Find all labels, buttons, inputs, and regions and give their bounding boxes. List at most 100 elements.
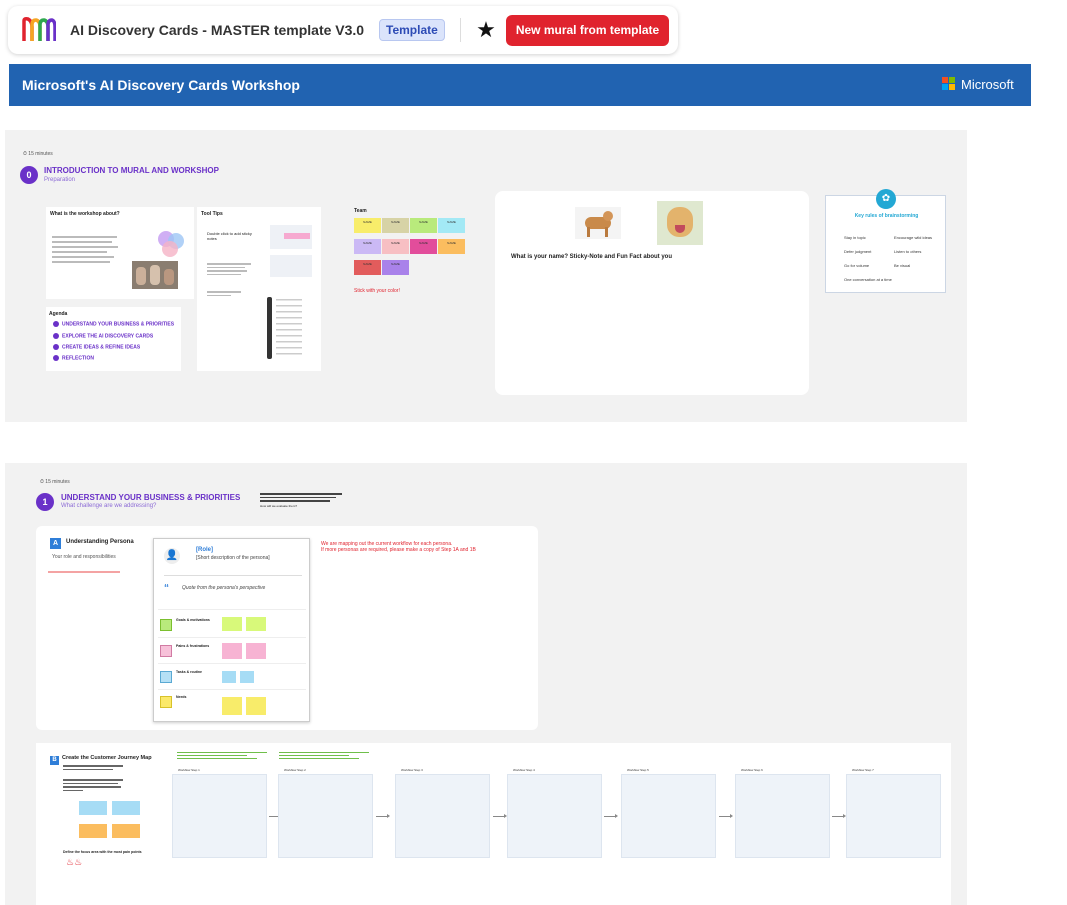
journey-title: Create the Customer Journey Map bbox=[62, 755, 152, 761]
persona-notice-2: If more personas are required, please ma… bbox=[321, 547, 476, 553]
persona-divider bbox=[164, 575, 302, 576]
new-mural-button[interactable]: New mural from template bbox=[506, 15, 669, 46]
toolbar-preview bbox=[267, 297, 272, 359]
sticky-note[interactable] bbox=[222, 643, 242, 659]
brainstorm-rule: Defer judgment bbox=[844, 249, 872, 254]
persona-title: Understanding Persona bbox=[66, 539, 134, 545]
tool-tip-2-text bbox=[207, 261, 251, 277]
sticky-note[interactable] bbox=[112, 801, 140, 815]
journey-step-label: Workflow Step 4 bbox=[513, 768, 535, 772]
team-sticky[interactable]: NAME bbox=[382, 260, 409, 275]
sticky-note[interactable] bbox=[222, 617, 242, 631]
arrow-icon bbox=[376, 814, 390, 818]
brainstorm-rule: Be visual bbox=[894, 263, 911, 268]
star-icon[interactable]: ★ bbox=[474, 18, 498, 42]
journey-description bbox=[63, 763, 123, 772]
mural-logo-icon[interactable] bbox=[22, 17, 57, 43]
persona-row-label: Needs bbox=[176, 695, 187, 699]
icebreaker-card[interactable]: What is your name? Sticky-Note and Fun F… bbox=[495, 191, 809, 395]
microsoft-brand: Microsoft bbox=[961, 77, 1014, 92]
workshop-card-text bbox=[52, 233, 122, 283]
journey-step-box[interactable] bbox=[395, 774, 490, 858]
arrow-icon bbox=[719, 814, 733, 818]
intro-subtitle: Preparation bbox=[44, 177, 76, 183]
workshop-banner: Microsoft's AI Discovery Cards Workshop … bbox=[9, 64, 1031, 106]
arrow-icon bbox=[832, 814, 846, 818]
brainstorm-rule: One conversation at a time bbox=[844, 277, 892, 282]
sticky-note[interactable] bbox=[222, 671, 236, 683]
persona-row-label: Tasks & routine bbox=[176, 670, 202, 674]
sticky-note[interactable] bbox=[79, 824, 107, 838]
sticky-note[interactable] bbox=[246, 617, 266, 631]
agenda-card[interactable]: Agenda UNDERSTAND YOUR BUSINESS & PRIORI… bbox=[46, 307, 181, 371]
sticky-note[interactable] bbox=[246, 697, 266, 715]
persona-template[interactable]: 👤 [Role] [Short description of the perso… bbox=[153, 538, 310, 722]
team-sticky[interactable]: NAME bbox=[438, 218, 465, 233]
sticky-note[interactable] bbox=[79, 801, 107, 815]
cat-photo bbox=[575, 207, 621, 239]
section1-step-number: 1 bbox=[36, 493, 54, 511]
workshop-photo bbox=[132, 261, 178, 289]
arrow-icon bbox=[493, 814, 507, 818]
team-sticky[interactable]: NAME bbox=[354, 260, 381, 275]
journey-step-box[interactable] bbox=[172, 774, 267, 858]
persona-hint-line bbox=[48, 571, 120, 573]
persona-role-desc[interactable]: [Short description of the persona] bbox=[196, 555, 270, 561]
journey-step-box[interactable] bbox=[507, 774, 602, 858]
clock-icon: ⏱ bbox=[23, 151, 27, 157]
toolbar-preview-items bbox=[276, 299, 302, 359]
tool-tips-title: Tool Tips bbox=[201, 211, 223, 217]
journey-map-card[interactable]: B Create the Customer Journey Map Define… bbox=[36, 743, 951, 905]
step-a-badge: A bbox=[50, 538, 61, 549]
team-sticky[interactable]: NAME bbox=[354, 239, 381, 254]
journey-step-box[interactable] bbox=[846, 774, 941, 858]
team-sticky[interactable]: NAME bbox=[354, 218, 381, 233]
persona-role[interactable]: [Role] bbox=[196, 547, 213, 553]
agenda-title: Agenda bbox=[49, 311, 68, 317]
stick-color-text: Stick with your color! bbox=[354, 288, 400, 294]
team-sticky[interactable]: NAME bbox=[382, 218, 409, 233]
team-sticky[interactable]: NAME bbox=[382, 239, 409, 254]
step-b-badge: B bbox=[50, 756, 59, 765]
dog-photo bbox=[657, 201, 703, 245]
journey-step-box[interactable] bbox=[735, 774, 830, 858]
icebreaker-prompt: What is your name? Sticky-Note and Fun F… bbox=[511, 254, 673, 260]
journey-step-box[interactable] bbox=[278, 774, 373, 858]
journey-step-label: Workflow Step 6 bbox=[741, 768, 763, 772]
sticky-note[interactable] bbox=[222, 697, 242, 715]
section1-title: UNDERSTAND YOUR BUSINESS & PRIORITIES bbox=[61, 493, 241, 502]
workshop-about-card[interactable]: What is the workshop about? bbox=[46, 207, 194, 299]
brainstorm-rule: Listen to others bbox=[894, 249, 922, 254]
brain-icon: ✿ bbox=[876, 189, 896, 209]
tool-tip-3-text bbox=[207, 289, 241, 298]
journey-step-label: Workflow Step 3 bbox=[401, 768, 423, 772]
brainstorm-rules-card[interactable]: ✿ Key rules of brainstorming Stay in top… bbox=[825, 189, 946, 293]
arrow-icon bbox=[604, 814, 618, 818]
agenda-item: CREATE IDEAS & REFINE IDEAS bbox=[53, 344, 140, 350]
persona-row-label: Pains & frustrations bbox=[176, 644, 210, 648]
banner-title: Microsoft's AI Discovery Cards Workshop bbox=[22, 77, 300, 93]
team-sticky[interactable]: NAME bbox=[410, 218, 437, 233]
journey-step-label: Workflow Step 5 bbox=[627, 768, 649, 772]
agenda-item: EXPLORE THE AI DISCOVERY CARDS bbox=[53, 333, 153, 339]
persona-row-label: Goals & motivations bbox=[176, 618, 210, 622]
team-sticky[interactable]: NAME bbox=[410, 239, 437, 254]
sticky-note[interactable] bbox=[246, 643, 266, 659]
journey-step-box[interactable] bbox=[621, 774, 716, 858]
tool-tip-1: Double click to add sticky notes bbox=[207, 231, 252, 241]
journey-instructions bbox=[63, 777, 123, 793]
tool-tip-preview-1 bbox=[270, 225, 312, 249]
persona-quote[interactable]: Quote from the persona's perspective bbox=[182, 585, 265, 591]
tool-tips-card[interactable]: Tool Tips Double click to add sticky not… bbox=[197, 207, 321, 371]
journey-step-label: Workflow Step 7 bbox=[852, 768, 874, 772]
sticky-note[interactable] bbox=[240, 671, 254, 683]
persona-card[interactable]: A Understanding Persona Your role and re… bbox=[36, 526, 538, 730]
team-sticky[interactable]: NAME bbox=[438, 239, 465, 254]
sticky-note[interactable] bbox=[112, 824, 140, 838]
agenda-item: REFLECTION bbox=[53, 355, 94, 361]
template-badge: Template bbox=[379, 19, 445, 41]
mural-title[interactable]: AI Discovery Cards - MASTER template V3.… bbox=[70, 22, 364, 38]
tool-tip-preview-2 bbox=[270, 255, 312, 277]
fire-icon: ♨♨ bbox=[66, 857, 83, 867]
venn-diagram bbox=[154, 229, 189, 259]
